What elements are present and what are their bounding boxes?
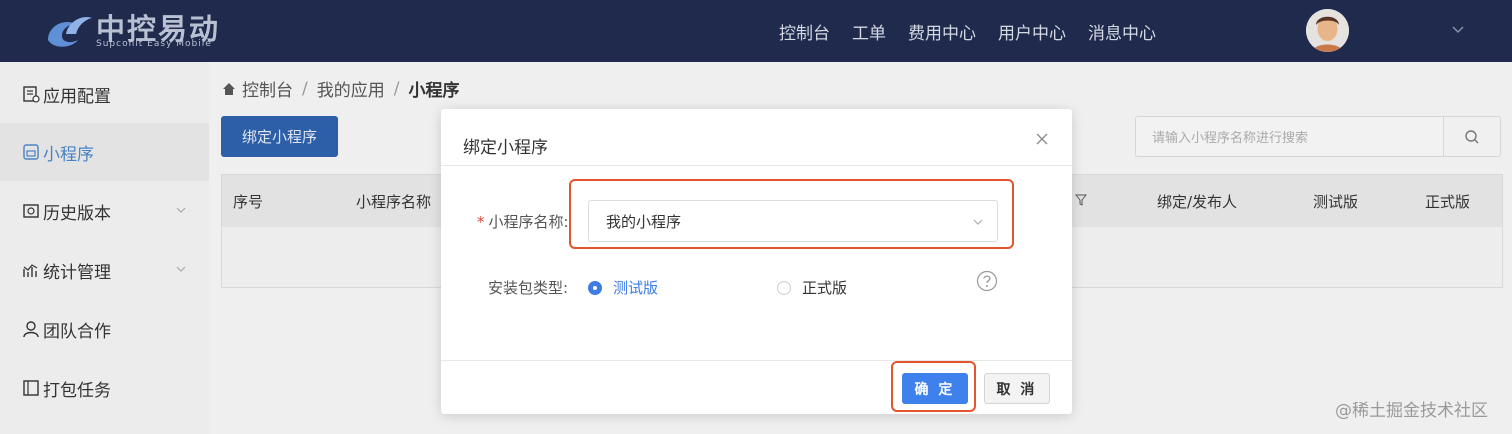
select-value: 我的小程序 (606, 212, 682, 231)
help-icon[interactable] (976, 270, 998, 292)
radio-label: 正式版 (802, 279, 848, 297)
chevron-down-icon (973, 219, 983, 225)
watermark: @稀土掘金技术社区 (1335, 401, 1488, 421)
radio-test-version[interactable]: 测试版 (588, 277, 658, 298)
miniprogram-name-select[interactable]: 我的小程序 (588, 200, 998, 242)
name-field-label: * 小程序名称: (477, 213, 569, 231)
divider (441, 360, 1072, 361)
radio-label: 测试版 (613, 279, 659, 297)
radio-dot (777, 280, 791, 295)
dialog-title: 绑定小程序 (463, 138, 548, 158)
radio-release-version[interactable]: 正式版 (777, 277, 847, 298)
radio-dot (588, 280, 602, 295)
confirm-button[interactable]: 确 定 (902, 373, 968, 404)
required-mark: * (477, 213, 485, 231)
close-icon[interactable] (1033, 130, 1051, 148)
bind-miniprogram-dialog: 绑定小程序 * 小程序名称: 我的小程序 安装包类型: 测试版 正式版 确 定 取… (441, 109, 1072, 414)
divider (441, 165, 1072, 166)
type-field-label: 安装包类型: (488, 279, 569, 297)
cancel-button[interactable]: 取 消 (984, 373, 1050, 404)
